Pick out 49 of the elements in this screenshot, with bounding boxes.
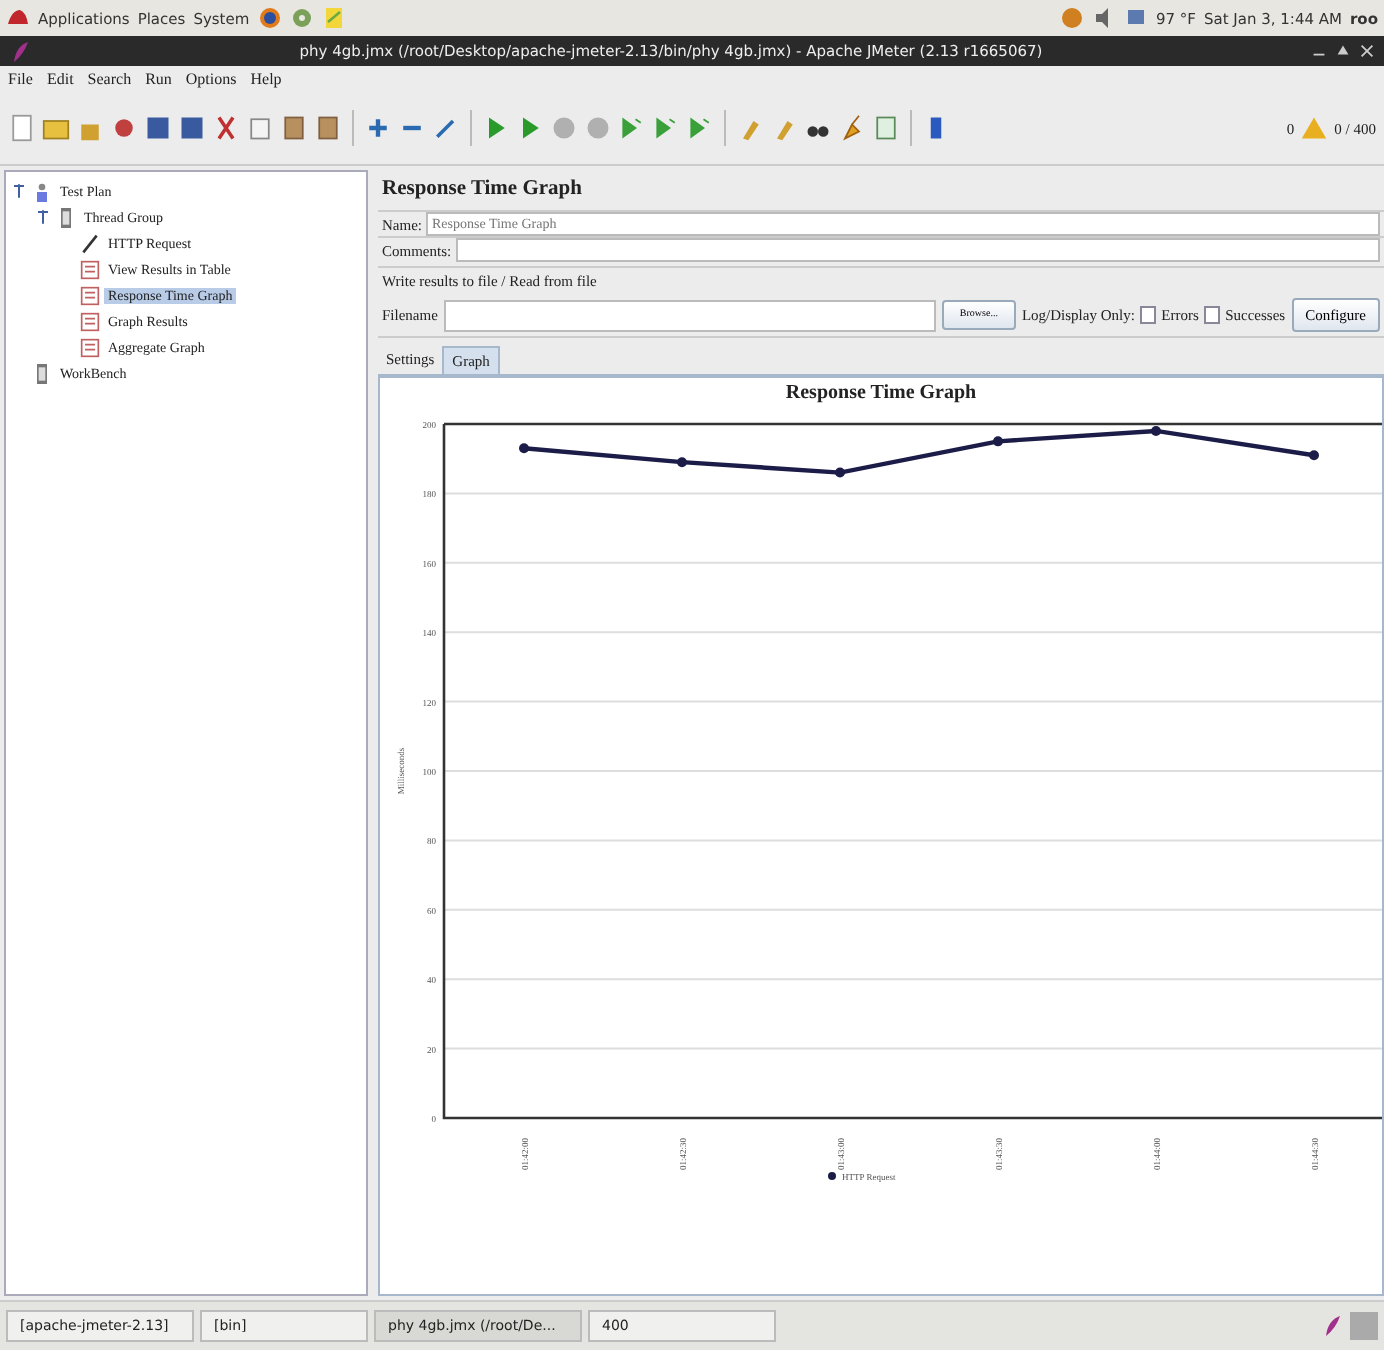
menu-item[interactable]: Search — [87, 70, 132, 88]
panel-heading: Response Time Graph — [380, 176, 584, 204]
plus-icon[interactable] — [364, 114, 392, 142]
expanded-toggle[interactable] — [14, 184, 28, 198]
menu-item[interactable]: File — [8, 70, 33, 88]
note-icon[interactable] — [321, 6, 346, 30]
run-icon[interactable] — [618, 114, 646, 142]
menu-item[interactable]: Edit — [46, 70, 74, 88]
close-icon[interactable] — [1358, 42, 1376, 60]
data-point — [519, 443, 529, 454]
data-point — [1151, 425, 1161, 436]
run-icon[interactable] — [686, 114, 714, 142]
errors-checkbox[interactable] — [1140, 306, 1156, 324]
save-icon[interactable] — [178, 114, 206, 142]
chart-icon — [80, 311, 100, 331]
paste-icon[interactable] — [280, 114, 308, 142]
data-point — [677, 457, 687, 468]
feather-icon — [8, 39, 32, 63]
cut-icon[interactable] — [212, 114, 240, 142]
stop-icon[interactable] — [550, 114, 578, 142]
stop-icon[interactable] — [584, 114, 612, 142]
data-point — [993, 436, 1003, 447]
doc-icon[interactable] — [8, 114, 36, 142]
workspace-switcher[interactable] — [1350, 1312, 1378, 1340]
open-icon[interactable] — [42, 114, 70, 142]
filename-field[interactable] — [443, 299, 936, 331]
menu-item[interactable]: Options — [185, 70, 237, 88]
paste-icon[interactable] — [314, 114, 342, 142]
menu-item[interactable]: Help — [250, 70, 282, 88]
data-point — [835, 467, 845, 478]
chart-title: Response Time Graph — [783, 380, 979, 408]
menu-item[interactable]: Run — [145, 70, 172, 88]
feather-icon[interactable] — [1320, 1314, 1344, 1338]
copy-icon[interactable] — [246, 114, 274, 142]
successes-checkbox[interactable] — [1204, 306, 1220, 324]
chart-icon — [80, 337, 100, 357]
chart-icon — [80, 285, 100, 305]
comments-field[interactable] — [455, 238, 1380, 262]
run-icon[interactable] — [652, 114, 680, 142]
save-icon[interactable] — [144, 114, 172, 142]
hat-icon[interactable] — [6, 6, 30, 30]
legend-marker — [828, 1172, 836, 1180]
maximize-icon[interactable] — [1334, 42, 1352, 60]
pen-icon — [80, 233, 100, 253]
data-point — [1309, 450, 1319, 461]
list-icon[interactable] — [872, 114, 900, 142]
expanded-toggle[interactable] — [38, 210, 52, 224]
chart-icon — [80, 259, 100, 279]
globe-icon[interactable] — [257, 6, 282, 30]
